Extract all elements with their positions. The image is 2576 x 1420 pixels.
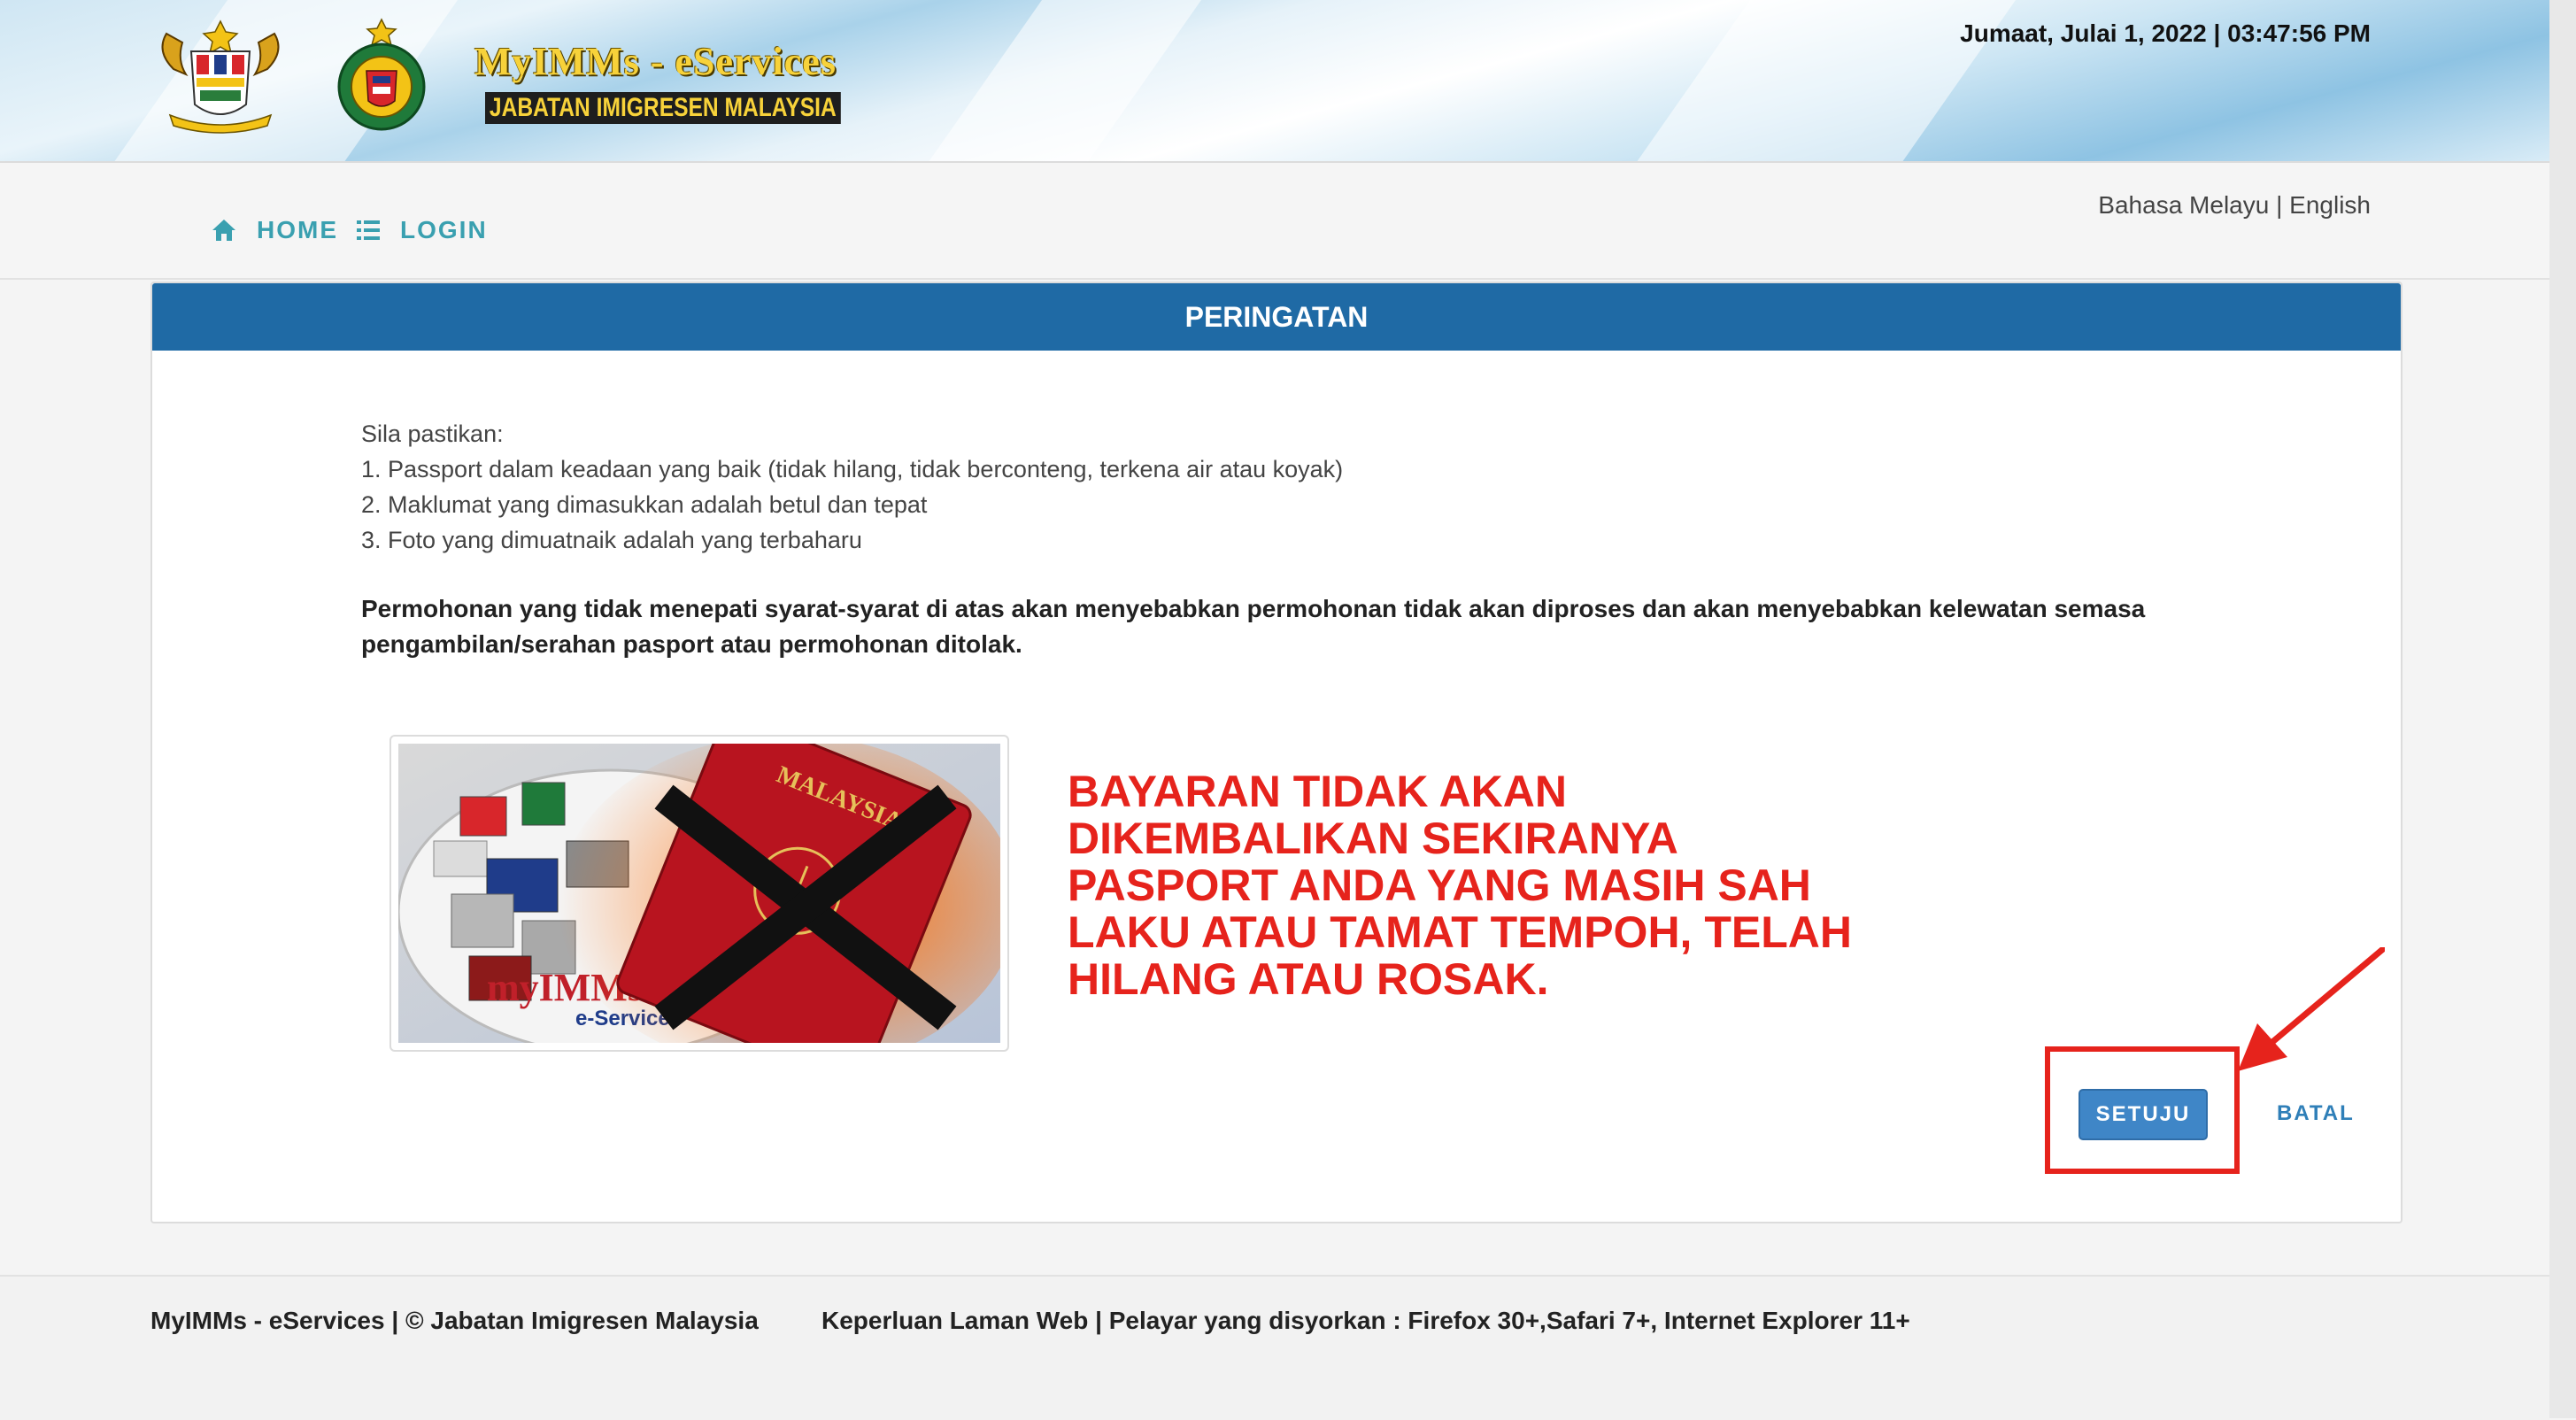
- lang-malay-link[interactable]: Bahasa Melayu: [2098, 191, 2269, 219]
- warning-text: Permohonan yang tidak menepati syarat-sy…: [361, 595, 2146, 658]
- coat-of-arms-logo: [161, 19, 280, 134]
- brand-subtitle: JABATAN IMIGRESEN MALAYSIA: [485, 92, 841, 124]
- invalid-passport-image: myIMMs e-Service MALAYSIA: [398, 744, 1000, 1043]
- requirement-item: 3. Foto yang dimuatnaik adalah yang terb…: [361, 527, 862, 553]
- cancel-link[interactable]: BATAL: [2277, 1101, 2355, 1126]
- refund-notice: BAYARAN TIDAK AKAN DIKEMBALIKAN SEKIRANY…: [1068, 767, 1852, 1004]
- annotation-arrow-icon: [2238, 947, 2385, 1071]
- nav-login-label: LOGIN: [400, 216, 488, 243]
- page-header: MyIMMs - eServices JABATAN IMIGRESEN MAL…: [0, 0, 2549, 163]
- warning-panel: PERINGATAN Sila pastikan: 1. Passport da…: [150, 282, 2402, 1223]
- home-icon: [212, 220, 235, 241]
- header-decoration: [880, 0, 1227, 161]
- promo-image-frame: myIMMs e-Service MALAYSIA: [389, 735, 1009, 1052]
- page-footer: MyIMMs - eServices | © Jabatan Imigresen…: [0, 1275, 2549, 1420]
- nav-home-link[interactable]: HOME: [211, 216, 338, 244]
- footer-copyright: MyIMMs - eServices | © Jabatan Imigresen…: [150, 1307, 759, 1334]
- footer-browser-requirements: Keperluan Laman Web | Pelayar yang disyo…: [821, 1307, 1910, 1334]
- requirement-item: 2. Maklumat yang dimasukkan adalah betul…: [361, 491, 928, 518]
- requirements-list: Sila pastikan: 1. Passport dalam keadaan…: [361, 416, 1343, 558]
- requirements-heading: Sila pastikan:: [361, 421, 504, 447]
- nav-bar: HOME LOGIN Bahasa Melayu | English: [0, 163, 2549, 280]
- brand-title: MyIMMs - eServices: [474, 40, 837, 83]
- immigration-emblem-logo: [337, 18, 426, 131]
- lang-english-link[interactable]: English: [2289, 191, 2371, 219]
- lang-separator: |: [2269, 191, 2290, 219]
- language-switcher: Bahasa Melayu | English: [2098, 191, 2371, 220]
- datetime-display: Jumaat, Julai 1, 2022 | 03:47:56 PM: [1960, 19, 2371, 47]
- requirement-item: 1. Passport dalam keadaan yang baik (tid…: [361, 456, 1344, 482]
- nav-login-link[interactable]: LOGIN: [356, 216, 488, 244]
- agree-button[interactable]: SETUJU: [2079, 1089, 2208, 1140]
- scrollbar[interactable]: [2549, 0, 2576, 1418]
- list-icon: [357, 220, 380, 240]
- nav-home-label: HOME: [257, 216, 338, 243]
- panel-title: PERINGATAN: [152, 283, 2401, 351]
